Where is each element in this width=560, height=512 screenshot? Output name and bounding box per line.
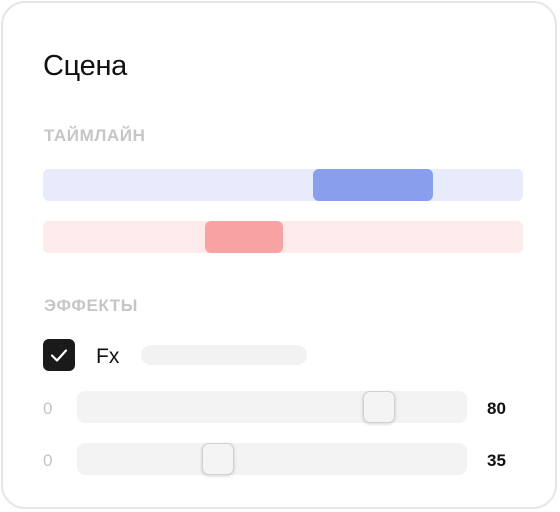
timeline-track-1[interactable] [43,169,523,201]
effects-section-label: ЭФФЕКТЫ [44,296,139,315]
scene-panel: Сцена ТАЙМЛАЙН ЭФФЕКТЫ Fx 0 80 0 35 [1,1,557,509]
slider-thumb[interactable] [363,391,395,423]
timeline-clip-1[interactable] [313,169,433,201]
effect-slider-1[interactable] [77,391,467,423]
slider-value-label: 35 [487,451,506,470]
timeline-section-label: ТАЙМЛАЙН [44,126,146,145]
panel-title: Сцена [43,50,127,82]
slider-thumb[interactable] [202,443,234,475]
timeline-track-2[interactable] [43,221,523,253]
slider-min-label: 0 [43,451,53,470]
timeline-clip-2[interactable] [205,221,283,253]
fx-label: Fx [96,345,120,368]
slider-min-label: 0 [43,399,53,418]
slider-value-label: 80 [487,399,506,418]
fx-input[interactable] [141,345,307,365]
checkmark-icon [50,349,68,362]
effect-slider-2[interactable] [77,443,467,475]
fx-checkbox[interactable] [43,339,75,371]
